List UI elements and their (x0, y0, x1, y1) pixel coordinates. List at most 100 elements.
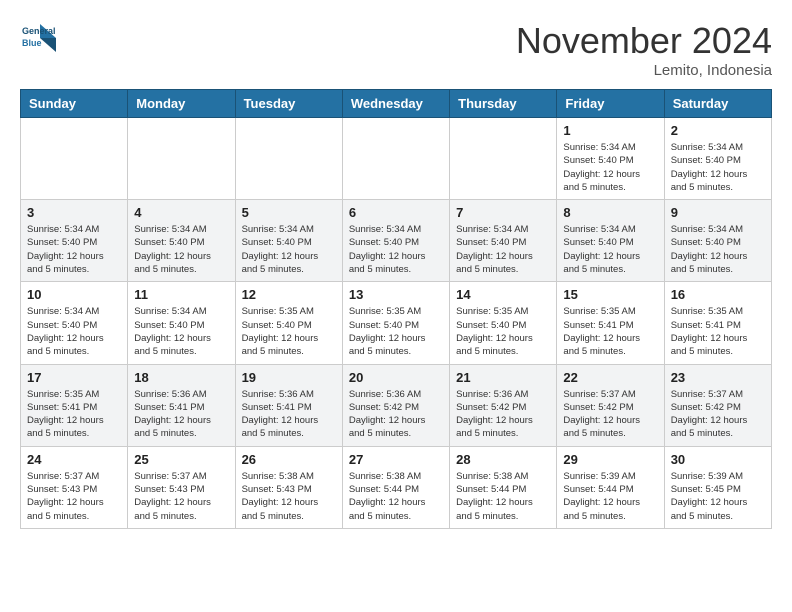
table-row: 27Sunrise: 5:38 AM Sunset: 5:44 PM Dayli… (342, 446, 449, 528)
col-wednesday: Wednesday (342, 90, 449, 118)
day-info: Sunrise: 5:38 AM Sunset: 5:44 PM Dayligh… (349, 470, 443, 523)
week-row-0: 1 Sunrise: 5:34 AM Sunset: 5:40 PM Daylig… (21, 118, 772, 200)
day-number: 28 (456, 452, 550, 467)
table-row: 5 Sunrise: 5:34 AM Sunset: 5:40 PM Daylig… (235, 200, 342, 282)
day-number: 2 (671, 123, 765, 138)
table-row: 16 Sunrise: 5:35 AM Sunset: 5:41 PM Dayli… (664, 282, 771, 364)
table-row: 26 Sunrise: 5:38 AM Sunset: 5:43 PM Dayli… (235, 446, 342, 528)
table-row: 22 Sunrise: 5:37 AM Sunset: 5:42 PM Dayli… (557, 364, 664, 446)
day-info: Sunrise: 5:34 AM Sunset: 5:40 PM Dayligh… (563, 141, 657, 194)
table-row: 17Sunrise: 5:35 AM Sunset: 5:41 PM Dayli… (21, 364, 128, 446)
day-number: 5 (242, 205, 336, 220)
day-info: Sunrise: 5:34 AM Sunset: 5:40 PM Dayligh… (349, 223, 443, 276)
day-info: Sunrise: 5:35 AM Sunset: 5:40 PM Dayligh… (349, 305, 443, 358)
col-saturday: Saturday (664, 90, 771, 118)
table-row: 1 Sunrise: 5:34 AM Sunset: 5:40 PM Daylig… (557, 118, 664, 200)
day-info: Sunrise: 5:39 AM Sunset: 5:44 PM Dayligh… (563, 470, 657, 523)
day-number: 26 (242, 452, 336, 467)
month-title: November 2024 (516, 20, 772, 62)
table-row: 28 Sunrise: 5:38 AM Sunset: 5:44 PM Dayli… (450, 446, 557, 528)
day-number: 7 (456, 205, 550, 220)
day-info: Sunrise: 5:34 AM Sunset: 5:40 PM Dayligh… (671, 223, 765, 276)
table-row: 14 Sunrise: 5:35 AM Sunset: 5:40 PM Dayli… (450, 282, 557, 364)
col-monday: Monday (128, 90, 235, 118)
svg-text:General: General (22, 26, 56, 36)
day-info: Sunrise: 5:37 AM Sunset: 5:42 PM Dayligh… (563, 388, 657, 441)
table-row: 4 Sunrise: 5:34 AM Sunset: 5:40 PM Daylig… (128, 200, 235, 282)
day-number: 18 (134, 370, 228, 385)
day-info: Sunrise: 5:36 AM Sunset: 5:41 PM Dayligh… (134, 388, 228, 441)
table-row: 30 Sunrise: 5:39 AM Sunset: 5:45 PM Dayli… (664, 446, 771, 528)
day-number: 20 (349, 370, 443, 385)
col-tuesday: Tuesday (235, 90, 342, 118)
day-number: 9 (671, 205, 765, 220)
day-number: 30 (671, 452, 765, 467)
table-row (21, 118, 128, 200)
table-row: 21 Sunrise: 5:36 AM Sunset: 5:42 PM Dayli… (450, 364, 557, 446)
day-info: Sunrise: 5:34 AM Sunset: 5:40 PM Dayligh… (563, 223, 657, 276)
table-row: 9 Sunrise: 5:34 AM Sunset: 5:40 PM Daylig… (664, 200, 771, 282)
day-number: 22 (563, 370, 657, 385)
page-header: General Blue November 2024 Lemito, Indon… (20, 20, 772, 79)
day-number: 3 (27, 205, 121, 220)
day-number: 11 (134, 287, 228, 302)
day-number: 23 (671, 370, 765, 385)
day-info: Sunrise: 5:34 AM Sunset: 5:40 PM Dayligh… (671, 141, 765, 194)
day-info: Sunrise: 5:38 AM Sunset: 5:43 PM Dayligh… (242, 470, 336, 523)
day-info: Sunrise: 5:37 AM Sunset: 5:43 PM Dayligh… (27, 470, 121, 523)
col-friday: Friday (557, 90, 664, 118)
week-row-3: 17Sunrise: 5:35 AM Sunset: 5:41 PM Dayli… (21, 364, 772, 446)
day-info: Sunrise: 5:36 AM Sunset: 5:42 PM Dayligh… (456, 388, 550, 441)
table-row: 19Sunrise: 5:36 AM Sunset: 5:41 PM Dayli… (235, 364, 342, 446)
day-info: Sunrise: 5:35 AM Sunset: 5:41 PM Dayligh… (27, 388, 121, 441)
location: Lemito, Indonesia (516, 62, 772, 79)
day-info: Sunrise: 5:35 AM Sunset: 5:40 PM Dayligh… (242, 305, 336, 358)
svg-text:Blue: Blue (22, 38, 42, 48)
week-row-1: 3 Sunrise: 5:34 AM Sunset: 5:40 PM Daylig… (21, 200, 772, 282)
table-row: 29 Sunrise: 5:39 AM Sunset: 5:44 PM Dayli… (557, 446, 664, 528)
title-block: November 2024 Lemito, Indonesia (516, 20, 772, 79)
table-row: 10 Sunrise: 5:34 AM Sunset: 5:40 PM Dayli… (21, 282, 128, 364)
table-row: 8Sunrise: 5:34 AM Sunset: 5:40 PM Daylig… (557, 200, 664, 282)
table-row: 7Sunrise: 5:34 AM Sunset: 5:40 PM Daylig… (450, 200, 557, 282)
table-row: 11Sunrise: 5:34 AM Sunset: 5:40 PM Dayli… (128, 282, 235, 364)
table-row: 18 Sunrise: 5:36 AM Sunset: 5:41 PM Dayli… (128, 364, 235, 446)
day-number: 14 (456, 287, 550, 302)
day-info: Sunrise: 5:34 AM Sunset: 5:40 PM Dayligh… (242, 223, 336, 276)
week-row-4: 24Sunrise: 5:37 AM Sunset: 5:43 PM Dayli… (21, 446, 772, 528)
day-number: 1 (563, 123, 657, 138)
table-row: 3 Sunrise: 5:34 AM Sunset: 5:40 PM Daylig… (21, 200, 128, 282)
day-info: Sunrise: 5:34 AM Sunset: 5:40 PM Dayligh… (134, 223, 228, 276)
day-number: 29 (563, 452, 657, 467)
day-number: 4 (134, 205, 228, 220)
table-row (450, 118, 557, 200)
day-number: 6 (349, 205, 443, 220)
col-sunday: Sunday (21, 90, 128, 118)
col-thursday: Thursday (450, 90, 557, 118)
day-info: Sunrise: 5:34 AM Sunset: 5:40 PM Dayligh… (27, 305, 121, 358)
day-number: 12 (242, 287, 336, 302)
day-info: Sunrise: 5:35 AM Sunset: 5:40 PM Dayligh… (456, 305, 550, 358)
day-info: Sunrise: 5:35 AM Sunset: 5:41 PM Dayligh… (671, 305, 765, 358)
logo: General Blue (20, 20, 60, 56)
day-number: 25 (134, 452, 228, 467)
day-number: 10 (27, 287, 121, 302)
day-number: 21 (456, 370, 550, 385)
table-row: 20Sunrise: 5:36 AM Sunset: 5:42 PM Dayli… (342, 364, 449, 446)
day-number: 16 (671, 287, 765, 302)
logo-icon: General Blue (20, 20, 56, 56)
day-info: Sunrise: 5:39 AM Sunset: 5:45 PM Dayligh… (671, 470, 765, 523)
table-row: 13Sunrise: 5:35 AM Sunset: 5:40 PM Dayli… (342, 282, 449, 364)
table-row: 6 Sunrise: 5:34 AM Sunset: 5:40 PM Daylig… (342, 200, 449, 282)
table-row (128, 118, 235, 200)
calendar-header-row: Sunday Monday Tuesday Wednesday Thursday… (21, 90, 772, 118)
day-info: Sunrise: 5:38 AM Sunset: 5:44 PM Dayligh… (456, 470, 550, 523)
day-info: Sunrise: 5:34 AM Sunset: 5:40 PM Dayligh… (27, 223, 121, 276)
table-row: 15 Sunrise: 5:35 AM Sunset: 5:41 PM Dayli… (557, 282, 664, 364)
table-row: 23Sunrise: 5:37 AM Sunset: 5:42 PM Dayli… (664, 364, 771, 446)
table-row (342, 118, 449, 200)
table-row: 25Sunrise: 5:37 AM Sunset: 5:43 PM Dayli… (128, 446, 235, 528)
table-row: 2 Sunrise: 5:34 AM Sunset: 5:40 PM Daylig… (664, 118, 771, 200)
day-info: Sunrise: 5:35 AM Sunset: 5:41 PM Dayligh… (563, 305, 657, 358)
day-number: 15 (563, 287, 657, 302)
